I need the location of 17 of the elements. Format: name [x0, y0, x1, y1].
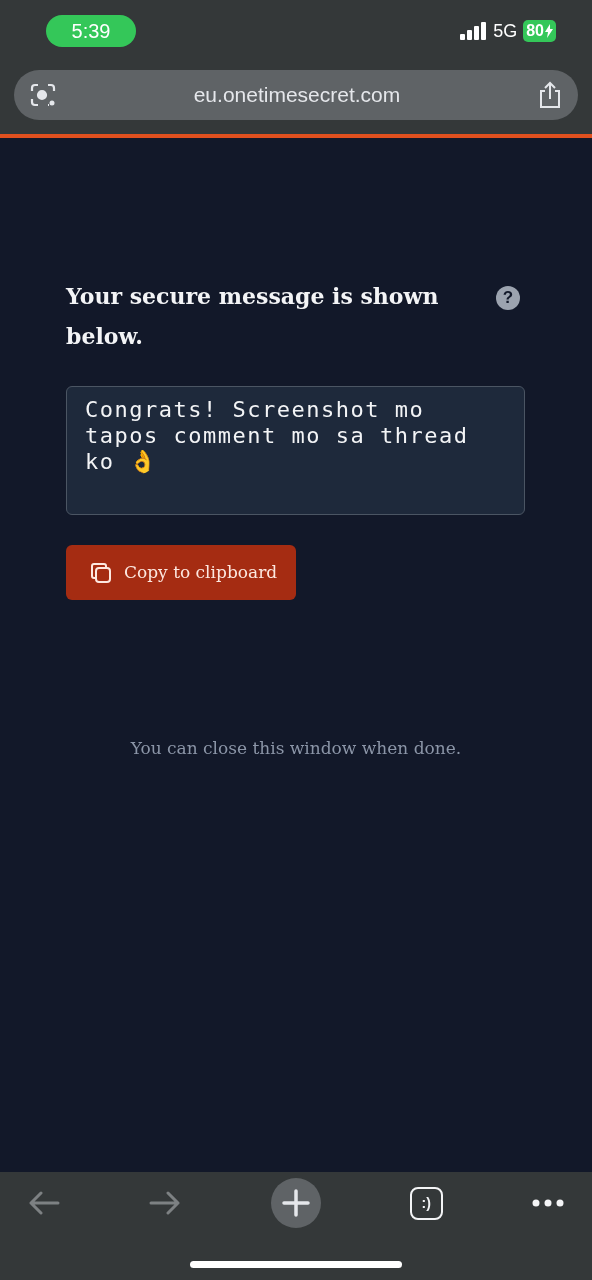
tabs-button[interactable]: :) — [409, 1186, 443, 1220]
help-icon[interactable]: ? — [496, 286, 520, 310]
signal-icon — [460, 22, 488, 40]
battery-indicator: 80 — [523, 20, 556, 42]
network-label: 5G — [493, 19, 518, 43]
copy-icon — [90, 561, 112, 584]
address-bar[interactable]: eu.onetimesecret.com — [14, 70, 578, 120]
footer-note: You can close this window when done. — [129, 737, 463, 760]
camera-lens-icon[interactable] — [30, 82, 56, 108]
message-field[interactable]: Congrats! Screenshot mo tapos comment mo sa thread ko 👌 — [66, 386, 525, 515]
copy-button[interactable]: Copy to clipboard — [66, 545, 296, 600]
url-text[interactable]: eu.onetimesecret.com — [193, 79, 401, 111]
heading: Your secure message is shown below. — [66, 282, 440, 351]
new-tab-button[interactable] — [270, 1178, 321, 1228]
share-icon[interactable] — [538, 81, 562, 109]
more-icon[interactable] — [532, 1199, 564, 1207]
time-pill: 5:39 — [46, 15, 136, 47]
